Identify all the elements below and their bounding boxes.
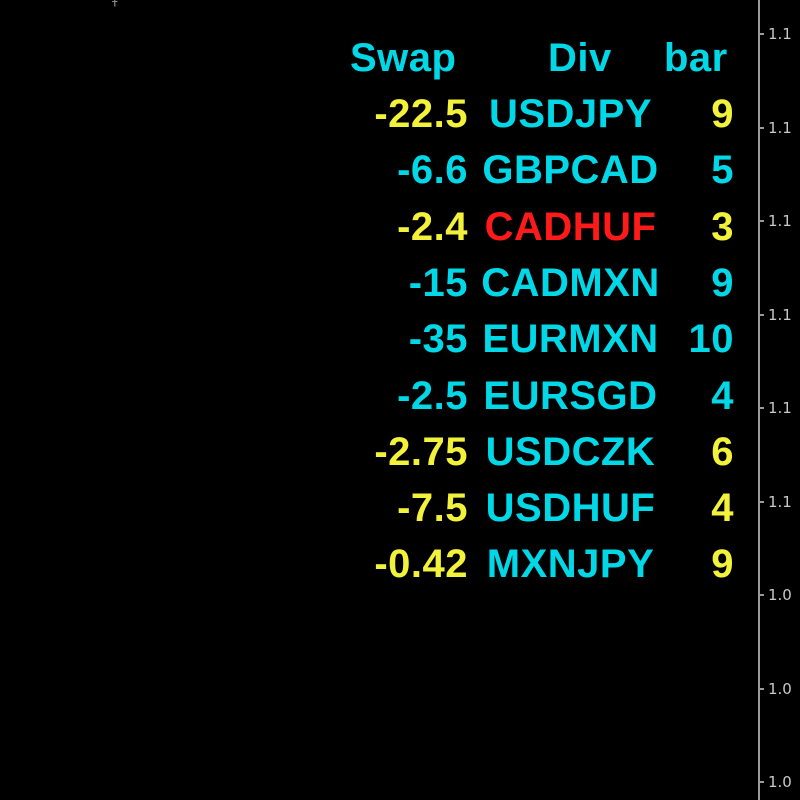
- bar-value: 9: [711, 542, 734, 586]
- table-row: -2.5 EURSGD 4: [0, 376, 758, 432]
- table-row: -35 EURMXN 10: [0, 319, 758, 375]
- table-row: -6.6 GBPCAD 5: [0, 150, 758, 206]
- table-row: -0.42 MXNJPY 9: [0, 544, 758, 600]
- table-row: -22.5 USDJPY 9: [0, 94, 758, 150]
- tick-mark: [760, 33, 764, 35]
- swap-value: -2.5: [397, 374, 468, 418]
- swap-value: -6.6: [397, 148, 468, 192]
- chart-marker-icon: ǂ: [112, 0, 118, 7]
- table-row: -2.4 CADHUF 3: [0, 207, 758, 263]
- price-tick: 1.1: [760, 118, 800, 138]
- swap-value: -2.75: [374, 430, 468, 474]
- price-label: 1.1: [768, 493, 792, 511]
- bar-value: 3: [711, 205, 734, 249]
- price-tick: 1.0: [760, 585, 800, 605]
- swap-value: -7.5: [397, 486, 468, 530]
- tick-mark: [760, 220, 764, 222]
- bar-value: 5: [711, 148, 734, 192]
- tick-mark: [760, 127, 764, 129]
- price-label: 1.1: [768, 25, 792, 43]
- symbol-label: EURSGD: [483, 374, 658, 418]
- bar-value: 10: [688, 317, 734, 361]
- header-bar: bar: [664, 36, 728, 80]
- price-tick: 1.0: [760, 772, 800, 792]
- tick-mark: [760, 314, 764, 316]
- price-label: 1.0: [768, 586, 792, 604]
- price-tick: 1.1: [760, 211, 800, 231]
- tick-mark: [760, 781, 764, 783]
- price-label: 1.1: [768, 306, 792, 324]
- symbol-label: CADHUF: [484, 205, 657, 249]
- bar-value: 6: [711, 430, 734, 474]
- header-div: Div: [548, 36, 612, 80]
- price-tick: 1.1: [760, 492, 800, 512]
- bar-value: 9: [711, 92, 734, 136]
- symbol-label: USDHUF: [485, 486, 656, 530]
- price-tick: 1.0: [760, 679, 800, 699]
- symbol-label: GBPCAD: [482, 148, 659, 192]
- price-label: 1.1: [768, 119, 792, 137]
- symbol-label: CADMXN: [481, 261, 660, 305]
- swap-value: -15: [408, 261, 468, 305]
- swap-value: -2.4: [397, 205, 468, 249]
- tick-mark: [760, 501, 764, 503]
- price-label: 1.1: [768, 399, 792, 417]
- table-row: -15 CADMXN 9: [0, 263, 758, 319]
- table-row: -2.75 USDCZK 6: [0, 432, 758, 488]
- table-row: -7.5 USDHUF 4: [0, 488, 758, 544]
- bar-value: 4: [711, 486, 734, 530]
- tick-mark: [760, 594, 764, 596]
- bar-value: 9: [711, 261, 734, 305]
- price-tick: 1.1: [760, 398, 800, 418]
- price-label: 1.0: [768, 680, 792, 698]
- swap-value: -22.5: [374, 92, 468, 136]
- symbol-label: MXNJPY: [486, 542, 655, 586]
- tick-mark: [760, 407, 764, 409]
- price-tick: 1.1: [760, 24, 800, 44]
- price-axis[interactable]: 1.1 1.1 1.1 1.1 1.1 1.1 1.0 1.0 1.0: [758, 0, 800, 800]
- chart-area[interactable]: ǂ Swap Div bar -22.5 USDJPY 9 -6.6 GBPCAD 5 -2…: [0, 0, 758, 800]
- symbol-label: EURMXN: [482, 317, 659, 361]
- header-swap: Swap: [350, 36, 457, 80]
- swap-value: -35: [408, 317, 468, 361]
- price-label: 1.1: [768, 212, 792, 230]
- bar-value: 4: [711, 374, 734, 418]
- swap-value: -0.42: [374, 542, 468, 586]
- price-label: 1.0: [768, 773, 792, 791]
- price-tick: 1.1: [760, 305, 800, 325]
- tick-mark: [760, 688, 764, 690]
- symbol-label: USDJPY: [488, 92, 653, 136]
- symbol-label: USDCZK: [485, 430, 656, 474]
